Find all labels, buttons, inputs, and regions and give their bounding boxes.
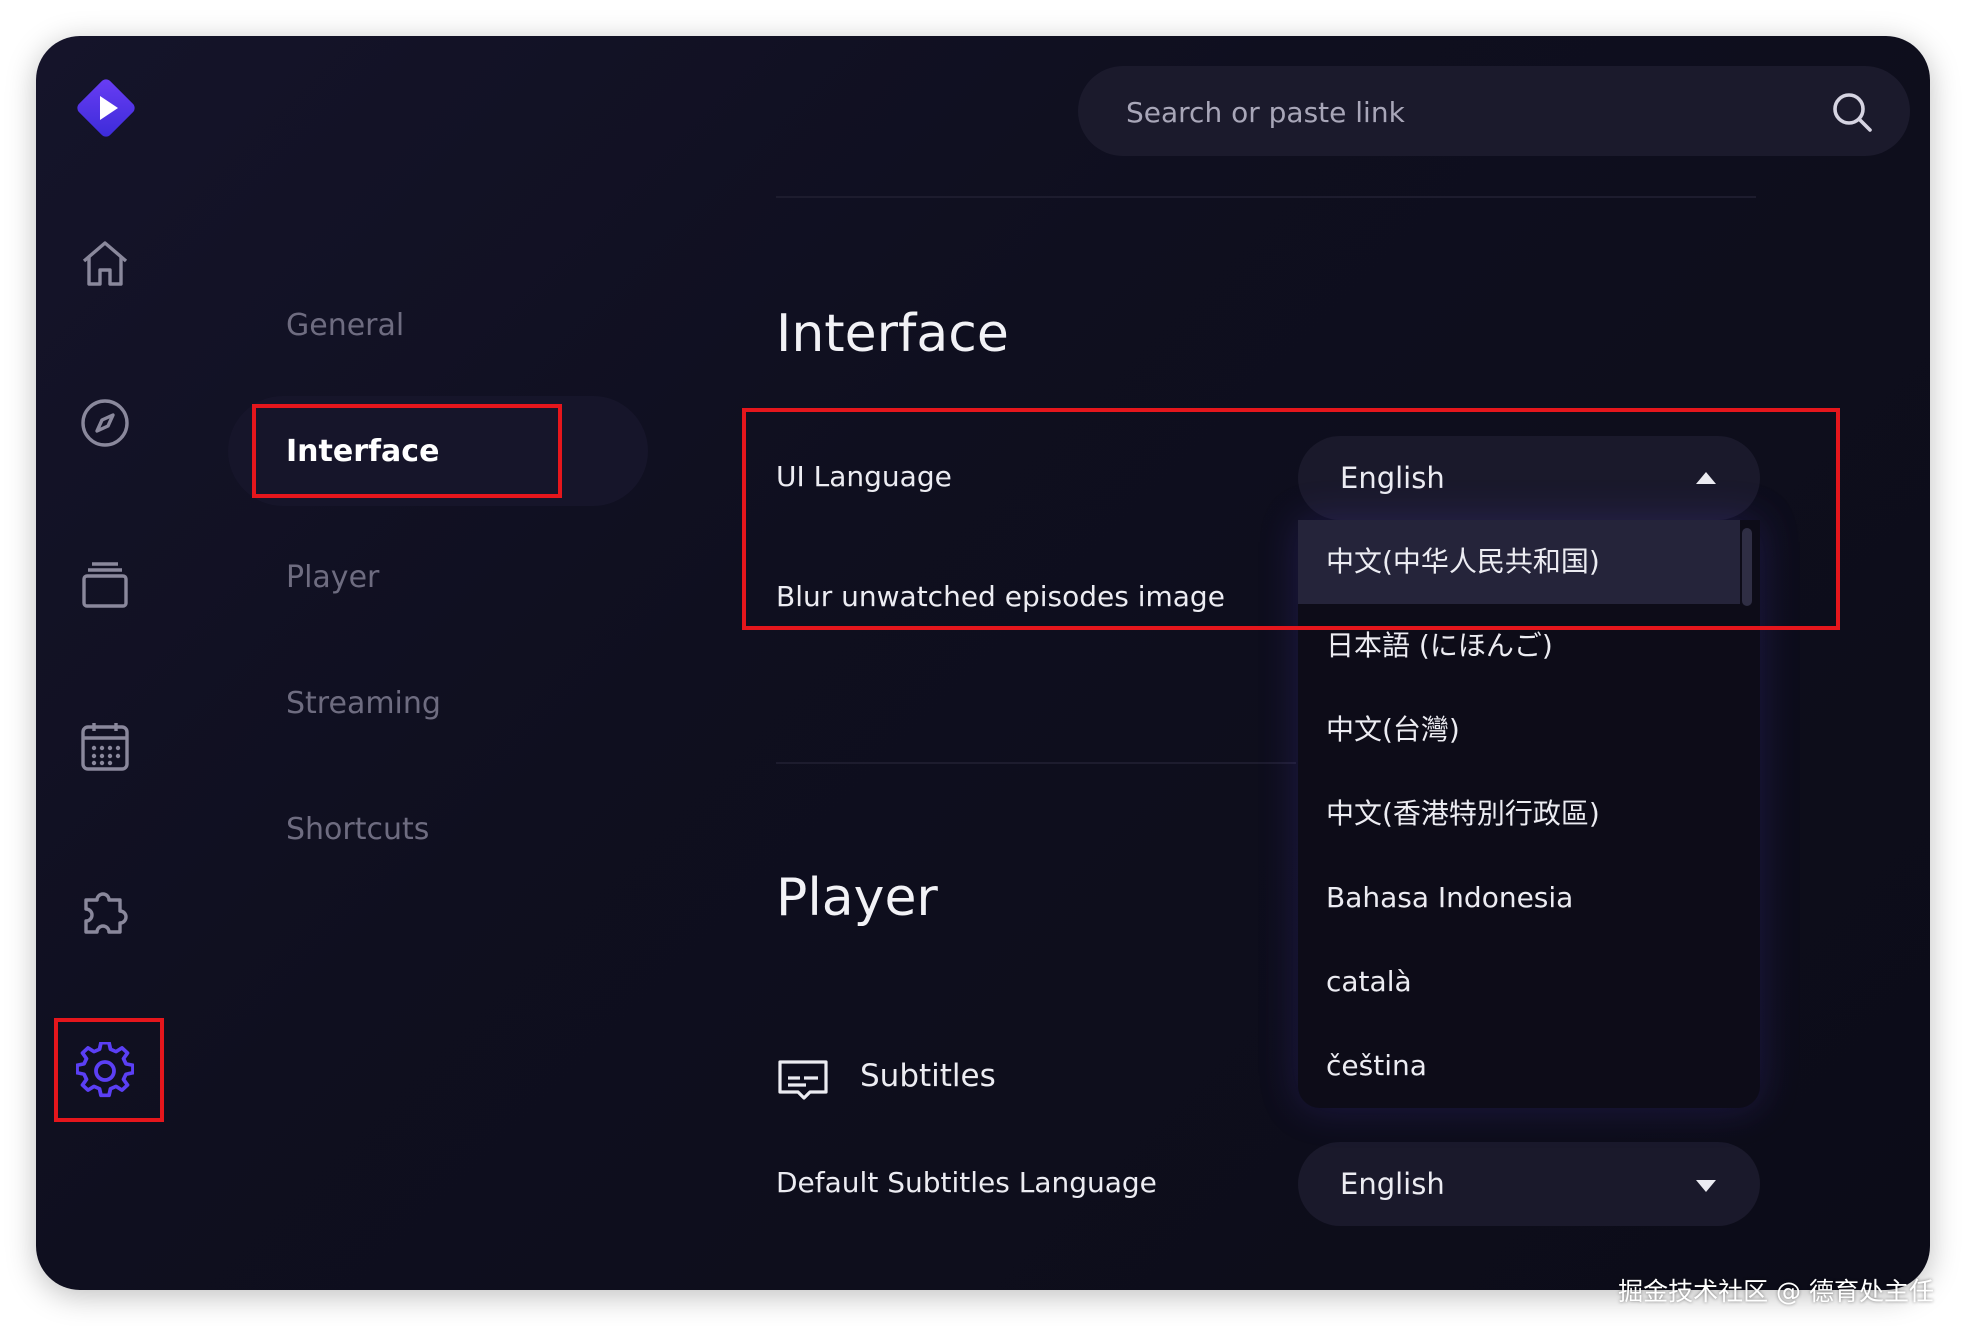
default-subtitles-value: English [1340, 1167, 1445, 1201]
compass-icon[interactable] [72, 390, 138, 456]
search-bar[interactable] [1078, 66, 1910, 158]
annotation-box-interface-tab [252, 404, 562, 498]
watermark: 掘金技术社区 @ 德育处主任 [1618, 1277, 1934, 1306]
menu-item-general[interactable]: General [286, 308, 404, 343]
menu-item-shortcuts[interactable]: Shortcuts [286, 812, 429, 847]
subtitles-label: Subtitles [860, 1058, 996, 1094]
annotation-box-ui-language [742, 408, 1840, 630]
addons-icon[interactable] [72, 876, 138, 942]
language-option[interactable]: 中文(香港特別行政區) [1298, 772, 1740, 856]
subtitles-icon [778, 1060, 828, 1100]
chevron-down-icon [1696, 1180, 1716, 1192]
language-option[interactable]: čeština [1298, 1024, 1740, 1108]
calendar-icon[interactable] [72, 714, 138, 780]
default-subtitles-select[interactable]: English [1298, 1142, 1760, 1226]
library-icon[interactable] [72, 552, 138, 618]
interface-section-title: Interface [776, 304, 1009, 364]
annotation-box-settings-icon [54, 1018, 164, 1122]
player-section-title: Player [776, 868, 938, 928]
section-divider [776, 196, 1756, 198]
app-window: General Interface Player Streaming Short… [36, 36, 1930, 1290]
language-option[interactable]: 中文(台灣) [1298, 688, 1740, 772]
home-icon[interactable] [72, 230, 138, 296]
menu-item-streaming[interactable]: Streaming [286, 686, 441, 721]
menu-item-player[interactable]: Player [286, 560, 379, 595]
language-option[interactable]: Bahasa Indonesia [1298, 856, 1740, 940]
section-divider [776, 762, 1296, 764]
app-logo[interactable] [70, 72, 142, 144]
language-option[interactable]: català [1298, 940, 1740, 1024]
search-input[interactable] [1124, 66, 1808, 158]
default-subtitles-label: Default Subtitles Language [776, 1166, 1157, 1199]
search-icon[interactable] [1830, 90, 1874, 134]
